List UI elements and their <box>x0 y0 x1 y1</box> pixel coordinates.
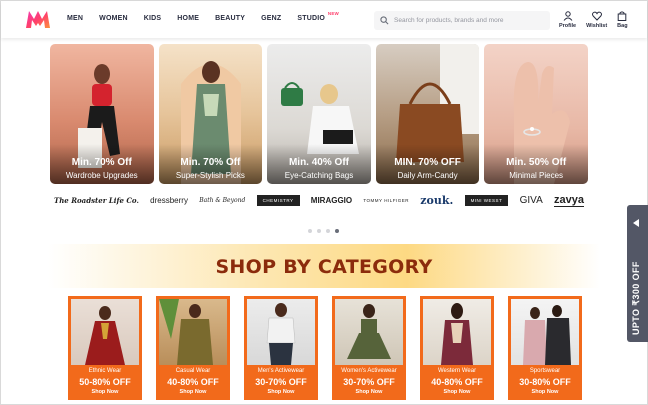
category-label: Women's Activewear <box>341 368 397 374</box>
nav-beauty[interactable]: BEAUTY <box>215 15 245 22</box>
bag-icon <box>618 11 627 21</box>
search-icon[interactable] <box>374 16 394 25</box>
category-image <box>423 299 491 365</box>
banner-subtitle: Super-Stylish Picks <box>175 171 245 180</box>
carousel-dot[interactable] <box>317 229 321 233</box>
search-bar <box>374 11 550 30</box>
shop-now-link[interactable]: Shop Now <box>420 389 494 395</box>
profile-button[interactable]: Profile <box>559 11 576 29</box>
category-label: Western Wear <box>437 368 477 374</box>
category-offer: 30-70% OFF <box>255 377 307 387</box>
category-label: Sportswear <box>529 368 561 374</box>
shop-now-link[interactable]: Shop Now <box>156 389 230 395</box>
category-card-mens-activewear[interactable]: Men's Activewear 30-70% OFF Shop Now <box>244 296 318 400</box>
offer-side-tab[interactable]: UPTO ₹300 OFF <box>627 205 648 342</box>
brand-tommy-hilfiger[interactable]: TOMMY HILFIGER <box>363 198 409 203</box>
nav-men[interactable]: MEN <box>67 15 83 22</box>
carousel-dot[interactable] <box>326 229 330 233</box>
banner-offer: Min. 70% Off <box>180 157 241 168</box>
category-offer: 50-80% OFF <box>79 377 131 387</box>
banner-offer: Min. 50% Off <box>506 157 567 168</box>
nav-home[interactable]: HOME <box>177 15 199 22</box>
nav-studio[interactable]: STUDIO NEW <box>297 11 338 22</box>
category-offer: 30-70% OFF <box>343 377 395 387</box>
header-actions: Profile Wishlist Bag <box>559 11 638 29</box>
search-input[interactable] <box>394 17 544 24</box>
banner-minimal-pieces[interactable]: Min. 50% Off Minimal Pieces <box>484 44 588 184</box>
bag-label: Bag <box>617 23 628 29</box>
brand-chemistry[interactable]: CHEMISTRY <box>256 194 300 206</box>
heart-icon <box>591 11 602 21</box>
banner-offer: MIN. 70% OFF <box>394 157 461 168</box>
side-tab-label: UPTO ₹300 OFF <box>631 261 641 335</box>
main-nav: MEN WOMEN KIDS HOME BEAUTY GENZ STUDIO NE… <box>67 11 341 22</box>
carousel-dot-active[interactable] <box>335 229 339 233</box>
wishlist-button[interactable]: Wishlist <box>586 11 607 29</box>
banner-subtitle: Wardrobe Upgrades <box>65 171 138 180</box>
brand-roadster[interactable]: The Roadster Life Co. <box>54 196 139 205</box>
shop-now-link[interactable]: Shop Now <box>244 389 318 395</box>
category-grid: Ethnic Wear 50-80% OFF Shop Now Casual W… <box>68 296 584 400</box>
brand-dressberry[interactable]: dressberry <box>150 196 188 205</box>
banner-super-stylish-picks[interactable]: Min. 70% Off Super-Stylish Picks <box>158 44 263 184</box>
banner-daily-arm-candy[interactable]: MIN. 70% OFF Daily Arm-Candy <box>375 44 480 184</box>
banner-eye-catching-bags[interactable]: Min. 40% Off Eye-Catching Bags <box>267 44 371 184</box>
banner-offer: Min. 40% Off <box>288 157 349 168</box>
category-label: Casual Wear <box>175 368 211 374</box>
nav-genz[interactable]: GENZ <box>261 15 281 22</box>
banner-subtitle: Minimal Pieces <box>509 171 564 180</box>
category-card-sportswear[interactable]: Sportswear 30-80% OFF Shop Now <box>508 296 582 400</box>
myntra-logo[interactable] <box>25 10 51 29</box>
nav-studio-label: STUDIO <box>297 15 325 22</box>
category-offer: 40-80% OFF <box>167 377 219 387</box>
category-offer: 40-80% OFF <box>431 377 483 387</box>
brand-bath-beyond[interactable]: Bath & Beyond <box>199 197 245 204</box>
nav-women[interactable]: WOMEN <box>99 15 128 22</box>
shop-now-link[interactable]: Shop Now <box>508 389 582 395</box>
profile-label: Profile <box>559 23 577 29</box>
shop-now-link[interactable]: Shop Now <box>332 389 406 395</box>
brand-giva[interactable]: GIVA <box>520 195 543 206</box>
shop-by-category-header: SHOP BY CATEGORY <box>48 244 600 288</box>
brand-mini-wesst[interactable]: MINI WESST <box>464 194 509 206</box>
hero-banner-carousel: Min. 70% Off Wardrobe Upgrades Min. 70% … <box>50 44 588 184</box>
category-card-womens-activewear[interactable]: Women's Activewear 30-70% OFF Shop Now <box>332 296 406 400</box>
banner-subtitle: Daily Arm-Candy <box>397 171 458 180</box>
category-offer: 30-80% OFF <box>519 377 571 387</box>
new-badge: NEW <box>327 11 339 16</box>
category-label: Ethnic Wear <box>88 368 122 374</box>
banner-wardrobe-upgrades[interactable]: Min. 70% Off Wardrobe Upgrades <box>50 44 154 184</box>
category-card-ethnic-wear[interactable]: Ethnic Wear 50-80% OFF Shop Now <box>68 296 142 400</box>
brand-zavya[interactable]: zavya <box>554 194 584 207</box>
profile-icon <box>563 11 572 21</box>
carousel-dot[interactable] <box>308 229 312 233</box>
carousel-dots <box>308 229 339 233</box>
category-image <box>159 299 227 365</box>
category-card-western-wear[interactable]: Western Wear 40-80% OFF Shop Now <box>420 296 494 400</box>
brand-zouk[interactable]: zouk. <box>420 194 453 207</box>
banner-subtitle: Eye-Catching Bags <box>284 171 354 180</box>
category-image <box>247 299 315 365</box>
bag-button[interactable]: Bag <box>617 11 628 29</box>
category-image <box>335 299 403 365</box>
brand-miraggio[interactable]: MIRAGGIO <box>311 196 352 205</box>
wishlist-label: Wishlist <box>586 23 608 29</box>
brand-logo-strip: The Roadster Life Co. dressberry Bath & … <box>50 189 588 211</box>
category-card-casual-wear[interactable]: Casual Wear 40-80% OFF Shop Now <box>156 296 230 400</box>
section-title: SHOP BY CATEGORY <box>215 256 433 278</box>
nav-kids[interactable]: KIDS <box>144 15 162 22</box>
top-navbar: MEN WOMEN KIDS HOME BEAUTY GENZ STUDIO NE… <box>1 1 647 38</box>
banner-offer: Min. 70% Off <box>71 157 132 168</box>
category-image <box>71 299 139 365</box>
category-image <box>511 299 579 365</box>
chevron-left-icon <box>633 219 639 227</box>
category-label: Men's Activewear <box>257 368 305 374</box>
shop-now-link[interactable]: Shop Now <box>68 389 142 395</box>
